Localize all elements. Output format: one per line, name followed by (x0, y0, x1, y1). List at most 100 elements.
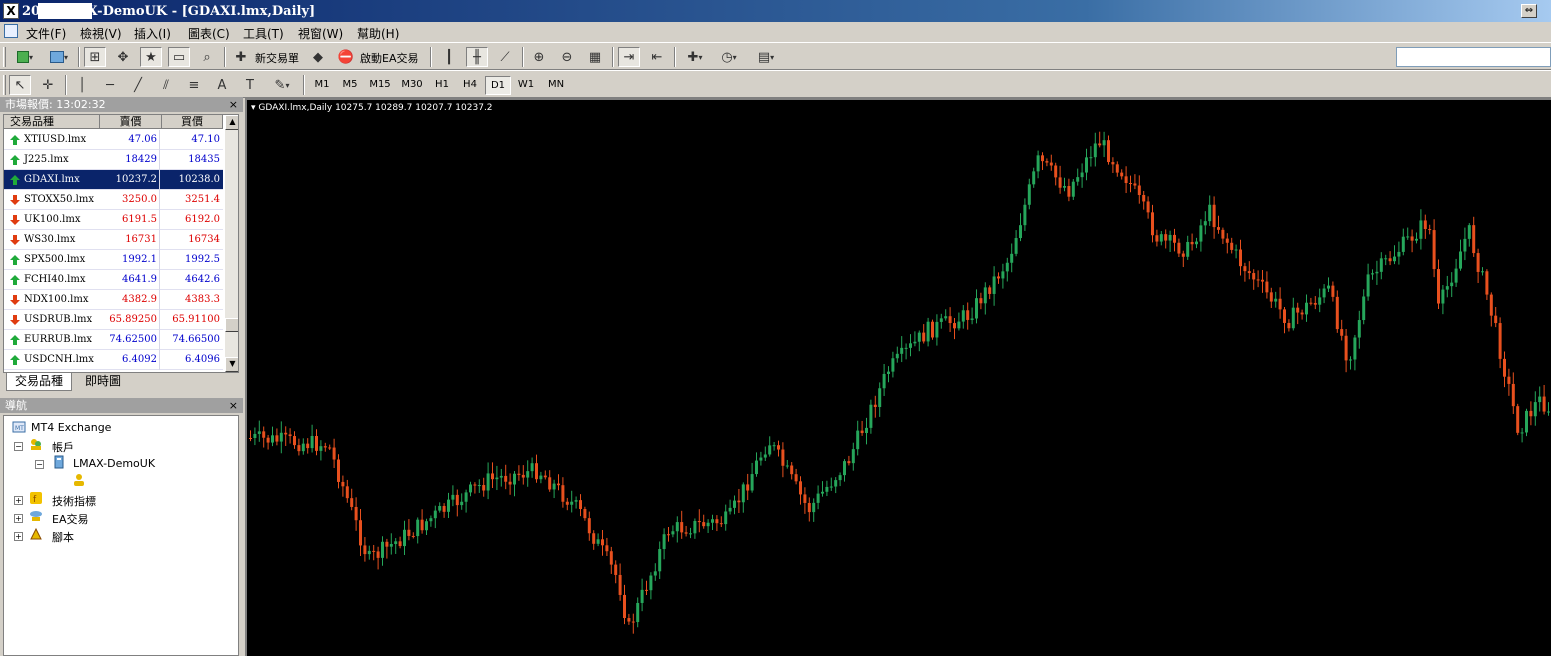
menu-insert[interactable]: 插入(I) (134, 25, 171, 42)
tile-windows-icon[interactable]: ▦ (584, 47, 606, 67)
crosshair-icon[interactable]: ✛ (37, 75, 59, 95)
table-row[interactable]: WS30.lmx 16731 16734 (4, 230, 223, 250)
new-chart-icon[interactable]: ▾ (10, 47, 40, 67)
expand-icon[interactable]: + (14, 514, 23, 523)
scroll-down-icon[interactable]: ▼ (225, 357, 238, 372)
table-row[interactable]: NDX100.lmx 4382.9 4383.3 (4, 290, 223, 310)
expand-icon[interactable]: + (14, 532, 23, 541)
expert-advisors-button[interactable]: 啟動EA交易 (360, 50, 418, 66)
tree-indicators[interactable]: 技術指標 (52, 493, 96, 509)
table-row[interactable]: STOXX50.lmx 3250.0 3251.4 (4, 190, 223, 210)
timeframe-m1-button[interactable]: M1 (309, 76, 335, 95)
toolbar-grip[interactable] (3, 47, 6, 67)
table-row[interactable]: FCHI40.lmx 4641.9 4642.6 (4, 270, 223, 290)
tree-account-name[interactable]: LMAX-DemoUK (73, 457, 155, 470)
line-chart-icon[interactable]: ⟋ (494, 47, 516, 67)
timeframe-w1-button[interactable]: W1 (513, 76, 539, 95)
tab-symbols[interactable]: 交易品種 (6, 373, 73, 391)
user-icon[interactable] (72, 473, 86, 487)
templates-icon[interactable]: ▤ ▾ (750, 47, 782, 67)
market-watch-scrollbar[interactable]: ▲ ▼ (225, 115, 238, 372)
tree-experts[interactable]: EA交易 (52, 511, 88, 527)
column-ask[interactable]: 買價 (162, 115, 223, 129)
bar-chart-icon[interactable]: ┃ (438, 47, 460, 67)
candle-body (785, 465, 789, 467)
chart-window[interactable]: ▾ GDAXI.lmx,Daily 10275.7 10289.7 10207.… (245, 98, 1551, 656)
timeframe-mn-button[interactable]: MN (541, 76, 571, 95)
tree-root[interactable]: MT4 Exchange (31, 421, 111, 434)
equidistant-channel-icon[interactable]: ⫽ (155, 75, 177, 95)
text-label-icon[interactable]: T (239, 75, 261, 95)
collapse-icon[interactable]: − (14, 442, 23, 451)
table-row[interactable]: J225.lmx 18429 18435 (4, 150, 223, 170)
fibonacci-icon[interactable]: ≡ (183, 75, 205, 95)
timeframe-m15-button[interactable]: M15 (365, 76, 395, 95)
timeframe-h4-button[interactable]: H4 (457, 76, 483, 95)
terminal-toggle-icon[interactable]: ▭ (168, 47, 190, 67)
arrows-icon[interactable]: ✎ ▾ (267, 75, 297, 95)
new-order-button[interactable]: 新交易單 (255, 50, 299, 66)
scroll-thumb[interactable] (225, 318, 238, 332)
periods-clock-icon[interactable]: ◷ ▾ (714, 47, 744, 67)
timeframe-d1-button[interactable]: D1 (485, 76, 511, 95)
vertical-line-icon[interactable]: │ (71, 75, 93, 95)
navigator-toggle-icon[interactable]: ★ (140, 47, 162, 67)
close-icon[interactable]: × (229, 398, 238, 413)
candle-body (1419, 220, 1423, 239)
strategy-tester-icon[interactable]: ⌕ (196, 47, 218, 67)
cursor-icon[interactable]: ↖ (9, 75, 31, 95)
table-row[interactable]: UK100.lmx 6191.5 6192.0 (4, 210, 223, 230)
restore-button[interactable]: ⇔ (1521, 4, 1537, 18)
column-symbol[interactable]: 交易品種 (4, 115, 100, 129)
search-input[interactable] (1396, 47, 1551, 67)
market-watch-toggle-icon[interactable]: ⊞ (84, 47, 106, 67)
tree-accounts[interactable]: 帳戶 (52, 439, 74, 455)
menu-file[interactable]: 文件(F) (26, 25, 66, 42)
table-row[interactable]: SPX500.lmx 1992.1 1992.5 (4, 250, 223, 270)
menu-view[interactable]: 檢視(V) (80, 25, 122, 42)
timeframe-m5-button[interactable]: M5 (337, 76, 363, 95)
expand-icon[interactable]: + (14, 496, 23, 505)
candle-body (1533, 402, 1537, 417)
text-icon[interactable]: A (211, 75, 233, 95)
table-row[interactable]: USDRUB.lmx 65.89250 65.91100 (4, 310, 223, 330)
close-icon[interactable]: × (229, 97, 238, 112)
table-row[interactable]: GDAXI.lmx 10237.2 10238.0 (4, 170, 223, 190)
indicators-list-icon[interactable]: ✚ ▾ (680, 47, 710, 67)
horizontal-line-icon[interactable]: ─ (99, 75, 121, 95)
menu-charts[interactable]: 圖表(C) (188, 25, 230, 42)
menu-tools[interactable]: 工具(T) (243, 25, 284, 42)
new-order-icon[interactable]: ✚ (230, 47, 252, 67)
zoom-out-icon[interactable]: ⊖ (556, 47, 578, 67)
menu-help[interactable]: 幫助(H) (357, 25, 399, 42)
candle-body (680, 522, 684, 533)
column-bid[interactable]: 賣價 (100, 115, 162, 129)
auto-scroll-icon[interactable]: ⇥ (618, 47, 640, 67)
trend-line-icon[interactable]: ╱ (127, 75, 149, 95)
data-window-icon[interactable]: ✥ (112, 47, 134, 67)
candlestick-icon[interactable]: ╫ (466, 47, 488, 67)
candle-body (504, 475, 508, 482)
document-icon[interactable] (4, 24, 18, 38)
menu-window[interactable]: 視窗(W) (298, 25, 343, 42)
expert-advisors-icon[interactable]: ⛔ (335, 47, 357, 67)
timeframe-h1-button[interactable]: H1 (429, 76, 455, 95)
chart-menu-icon[interactable]: ▾ (251, 103, 256, 113)
candle-body (1071, 181, 1075, 197)
table-row[interactable]: USDCNH.lmx 6.4092 6.4096 (4, 350, 223, 370)
candle-body (495, 477, 499, 480)
collapse-icon[interactable]: − (35, 460, 44, 469)
table-row[interactable]: EURRUB.lmx 74.62500 74.66500 (4, 330, 223, 350)
profiles-icon[interactable]: ▾ (44, 47, 74, 67)
zoom-in-icon[interactable]: ⊕ (528, 47, 550, 67)
candle-body (1467, 225, 1471, 239)
tree-scripts[interactable]: 腳本 (52, 529, 74, 545)
scroll-up-icon[interactable]: ▲ (225, 115, 238, 130)
table-row[interactable]: XTIUSD.lmx 47.06 47.10 (4, 130, 223, 150)
metaeditor-icon[interactable]: ◆ (307, 47, 329, 67)
tab-tick-chart[interactable]: 即時圖 (77, 373, 129, 391)
app-icon[interactable]: X (3, 3, 19, 19)
timeframe-m30-button[interactable]: M30 (397, 76, 427, 95)
chart-shift-icon[interactable]: ⇤ (646, 47, 668, 67)
candlestick-chart[interactable] (247, 100, 1551, 656)
